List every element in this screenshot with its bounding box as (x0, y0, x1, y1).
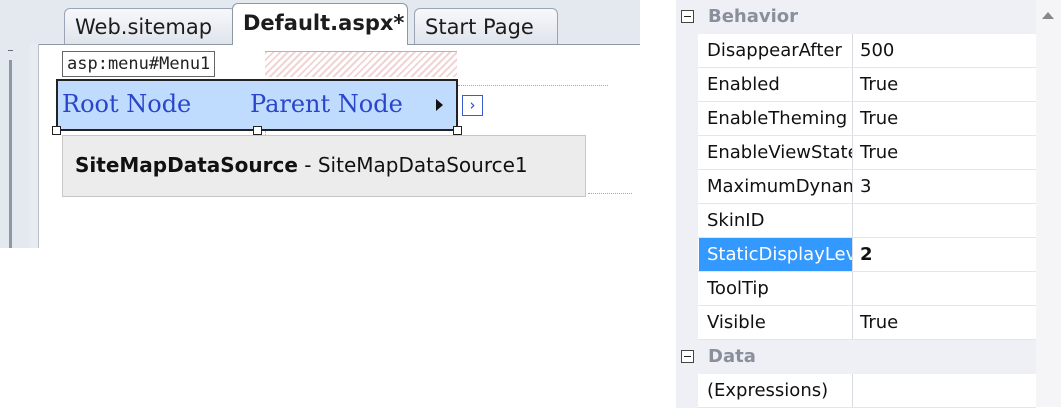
category-behavior[interactable]: Behavior (676, 0, 1036, 34)
guide-line (588, 193, 632, 195)
property-value[interactable]: True (853, 306, 1036, 340)
property-row[interactable]: MaximumDynamicDisplayLevels3 (676, 170, 1036, 204)
property-value[interactable]: True (853, 102, 1036, 136)
properties-grid: Behavior DisappearAfter 500 Enabled True Enab… (676, 0, 1061, 408)
row-gutter (676, 170, 698, 204)
scroll-up-icon[interactable] (1042, 12, 1054, 19)
property-value[interactable] (853, 204, 1036, 238)
row-gutter (676, 102, 698, 136)
property-row[interactable]: DisappearAfter 500 (676, 34, 1036, 68)
control-tag-hatch (265, 51, 457, 77)
property-row[interactable]: EnableViewState True (676, 136, 1036, 170)
property-value[interactable] (853, 374, 1036, 408)
datasource-type: SiteMapDataSource (75, 153, 298, 177)
property-row[interactable]: (Expressions) (676, 374, 1036, 408)
property-name[interactable]: (Expressions) (699, 374, 853, 408)
design-surface-panel: Web.sitemap Default.aspx* Start Page asp… (0, 0, 640, 407)
row-gutter (676, 306, 698, 340)
resize-handle[interactable] (253, 126, 262, 135)
canvas-margin (30, 44, 39, 248)
toolbox-edge (0, 0, 30, 248)
property-name[interactable]: DisappearAfter (699, 34, 853, 68)
datasource-id: SiteMapDataSource1 (317, 153, 528, 177)
datasource-separator: - (297, 153, 318, 177)
property-value[interactable]: 3 (853, 170, 1036, 204)
menu-item-parent-node[interactable]: Parent Node (250, 87, 403, 121)
property-name[interactable]: StaticDisplayLevels (699, 238, 853, 272)
property-name[interactable]: Enabled (699, 68, 853, 102)
property-value[interactable]: True (853, 68, 1036, 102)
row-gutter (676, 204, 698, 238)
resize-handle[interactable] (453, 126, 462, 135)
resize-handle[interactable] (52, 126, 61, 135)
category-label: Data (708, 346, 756, 367)
toolbox-edge-tick (8, 50, 13, 56)
property-value[interactable]: True (853, 136, 1036, 170)
property-row[interactable]: SkinID (676, 204, 1036, 238)
row-gutter (676, 272, 698, 306)
property-name[interactable]: SkinID (699, 204, 853, 238)
property-row[interactable]: Visible True (676, 306, 1036, 340)
tab-label: Default.aspx* (243, 11, 405, 35)
submenu-arrow-icon (436, 99, 443, 111)
property-name[interactable]: MaximumDynamicDisplayLevels (699, 170, 853, 204)
vertical-scrollbar[interactable] (1036, 0, 1061, 407)
guide-line (458, 85, 608, 87)
collapse-icon[interactable] (681, 10, 694, 23)
row-gutter (676, 374, 698, 408)
row-gutter (676, 34, 698, 68)
category-data[interactable]: Data (676, 340, 1036, 374)
property-name[interactable]: EnableTheming (699, 102, 853, 136)
menu-item-root-node[interactable]: Root Node (62, 87, 191, 121)
tab-start-page[interactable]: Start Page (414, 8, 558, 44)
category-label: Behavior (708, 6, 799, 27)
property-value[interactable]: 500 (853, 34, 1036, 68)
tab-label: Start Page (425, 15, 534, 39)
smart-tag-button[interactable]: › (462, 95, 483, 116)
row-gutter (676, 68, 698, 102)
tab-default-aspx[interactable]: Default.aspx* (232, 3, 408, 45)
property-name[interactable]: ToolTip (699, 272, 853, 306)
property-name[interactable]: EnableViewState (699, 136, 853, 170)
property-value[interactable] (853, 272, 1036, 306)
property-row[interactable]: Enabled True (676, 68, 1036, 102)
control-tag-label[interactable]: asp:menu#Menu1 (62, 51, 216, 77)
row-gutter (676, 238, 698, 272)
tab-label: Web.sitemap (75, 15, 213, 39)
property-value[interactable]: 2 (853, 238, 1036, 272)
collapse-icon[interactable] (681, 350, 694, 363)
splitter[interactable] (9, 60, 12, 248)
property-name[interactable]: Visible (699, 306, 853, 340)
property-row[interactable]: StaticDisplayLevels2 (676, 238, 1036, 272)
property-row[interactable]: ToolTip (676, 272, 1036, 306)
row-gutter (676, 136, 698, 170)
property-row[interactable]: EnableTheming True (676, 102, 1036, 136)
sitemap-datasource-control[interactable]: SiteMapDataSource - SiteMapDataSource1 (62, 135, 586, 197)
tab-web-sitemap[interactable]: Web.sitemap (64, 8, 236, 44)
